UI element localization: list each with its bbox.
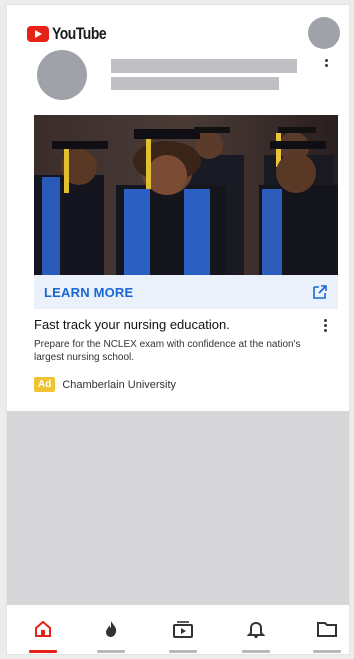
nav-home-indicator xyxy=(29,650,57,653)
nav-subscriptions-indicator xyxy=(169,650,197,653)
youtube-play-icon xyxy=(27,26,49,42)
nav-library[interactable] xyxy=(309,619,345,653)
ad-description: Prepare for the NCLEX exam with confiden… xyxy=(34,339,301,363)
account-avatar[interactable] xyxy=(308,17,340,49)
video-meta-placeholder xyxy=(111,77,279,90)
phone-screen: YouTube LEARN MORE Fast track your nursi… xyxy=(6,4,350,655)
content-placeholder xyxy=(7,411,349,605)
advertiser-name[interactable]: Chamberlain University xyxy=(62,379,176,391)
ad-more-options-icon[interactable] xyxy=(321,317,329,333)
ad-attribution: Ad Chamberlain University xyxy=(34,377,176,392)
ad-image-graduates[interactable] xyxy=(34,115,338,275)
learn-more-button[interactable]: LEARN MORE xyxy=(34,275,338,309)
top-app-bar: YouTube xyxy=(7,5,349,53)
youtube-logo[interactable]: YouTube xyxy=(27,23,118,45)
bottom-navigation xyxy=(7,611,349,654)
external-link-icon xyxy=(313,285,327,299)
nav-library-indicator xyxy=(313,650,341,653)
graduates-photo xyxy=(34,115,338,275)
channel-avatar-placeholder[interactable] xyxy=(37,50,87,100)
bell-icon xyxy=(246,621,266,639)
learn-more-label: LEARN MORE xyxy=(44,284,134,300)
ad-badge: Ad xyxy=(34,377,56,392)
subscriptions-icon xyxy=(173,621,193,638)
home-icon xyxy=(35,620,51,637)
youtube-wordmark: YouTube xyxy=(52,24,107,43)
nav-subscriptions[interactable] xyxy=(165,619,201,653)
nav-trending-indicator xyxy=(97,650,125,653)
nav-trending[interactable] xyxy=(93,619,129,653)
ad-title[interactable]: Fast track your nursing education. xyxy=(34,317,230,332)
trending-flame-icon xyxy=(106,621,117,637)
video-title-placeholder xyxy=(111,59,297,73)
nav-notifications[interactable] xyxy=(238,619,274,653)
more-options-icon[interactable] xyxy=(321,57,331,75)
nav-home[interactable] xyxy=(25,619,61,653)
library-folder-icon xyxy=(317,622,337,637)
nav-notifications-indicator xyxy=(242,650,270,653)
